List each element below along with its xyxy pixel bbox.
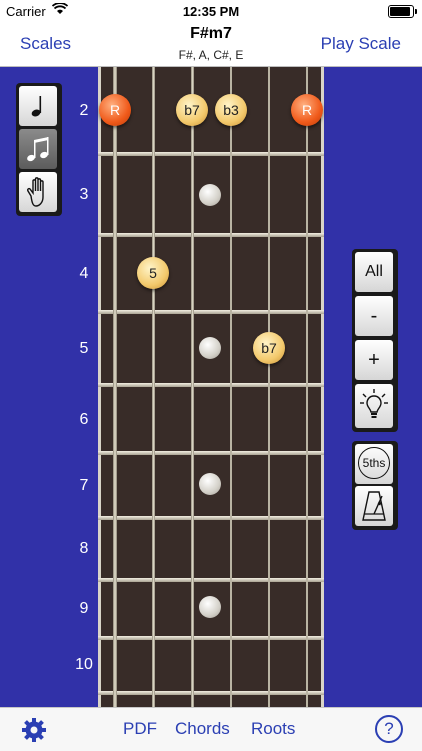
fret-bar <box>98 233 324 237</box>
note-marker-root[interactable]: R <box>99 94 131 126</box>
fret-number: 7 <box>79 477 89 494</box>
note-marker-root[interactable]: R <box>291 94 323 126</box>
fifths-label: 5ths <box>358 447 390 479</box>
fret-number: 5 <box>79 340 89 357</box>
fret-bar <box>98 516 324 520</box>
quarter-note-icon <box>31 96 42 117</box>
fret-inlay <box>199 596 221 618</box>
beamed-notes-icon <box>27 137 49 162</box>
zoom-in-button[interactable]: + <box>355 340 393 380</box>
hand-mode-button[interactable] <box>19 172 57 212</box>
roots-button[interactable]: Roots <box>251 719 295 739</box>
metronome-button[interactable] <box>355 486 393 526</box>
note-marker-flat3[interactable]: b3 <box>215 94 247 126</box>
string <box>268 67 270 707</box>
fret-bar <box>98 310 324 314</box>
play-scale-button[interactable]: Play Scale <box>321 34 401 54</box>
fret-number: 6 <box>79 411 89 428</box>
string <box>191 67 194 707</box>
fret-number: 9 <box>79 600 89 617</box>
string <box>152 67 155 707</box>
lightbulb-icon <box>360 389 388 418</box>
settings-button[interactable] <box>20 716 48 749</box>
light-button[interactable] <box>355 384 393 428</box>
fret-number: 4 <box>79 265 89 282</box>
fret-bar <box>98 636 324 640</box>
note-marker-fifth[interactable]: 5 <box>137 257 169 289</box>
clock: 12:35 PM <box>182 4 240 19</box>
bottom-toolbar: PDF Chords Roots ? <box>0 707 422 751</box>
fret-bar <box>98 451 324 455</box>
extras-group: 5ths <box>352 441 398 530</box>
double-note-button[interactable] <box>19 129 57 169</box>
fret-bar <box>98 152 324 156</box>
fret-inlay <box>199 184 221 206</box>
status-bar: Carrier 12:35 PM <box>0 0 422 22</box>
hand-icon <box>27 177 44 207</box>
string <box>306 67 308 707</box>
navigation-bar: Scales F#m7 F#, A, C#, E Play Scale <box>0 22 422 67</box>
zoom-out-button[interactable]: - <box>355 296 393 336</box>
string <box>230 67 232 707</box>
gear-icon <box>22 718 46 742</box>
fret-number: 3 <box>79 186 89 203</box>
fret-inlay <box>199 473 221 495</box>
note-mode-group <box>16 83 62 216</box>
fret-number: 2 <box>79 102 89 119</box>
fret-inlay <box>199 337 221 359</box>
help-button[interactable]: ? <box>375 715 403 743</box>
fret-bar <box>98 383 324 387</box>
display-controls-group: All - + <box>352 249 398 432</box>
fret-bar <box>98 578 324 582</box>
single-note-button[interactable] <box>19 86 57 126</box>
chords-button[interactable]: Chords <box>175 719 230 739</box>
pdf-button[interactable]: PDF <box>123 719 157 739</box>
fret-bar <box>98 691 324 695</box>
circle-of-fifths-button[interactable]: 5ths <box>355 444 393 484</box>
note-marker-flat7[interactable]: b7 <box>176 94 208 126</box>
battery-icon <box>388 5 417 18</box>
note-marker-flat7[interactable]: b7 <box>253 332 285 364</box>
fret-number: 8 <box>79 540 89 557</box>
fretboard-area: 2 3 4 5 6 7 8 9 10 R b7 b3 R 5 b7 All - … <box>0 67 422 707</box>
string <box>113 67 117 707</box>
fret-number: 10 <box>75 656 93 673</box>
show-all-button[interactable]: All <box>355 252 393 292</box>
metronome-icon <box>362 491 386 521</box>
